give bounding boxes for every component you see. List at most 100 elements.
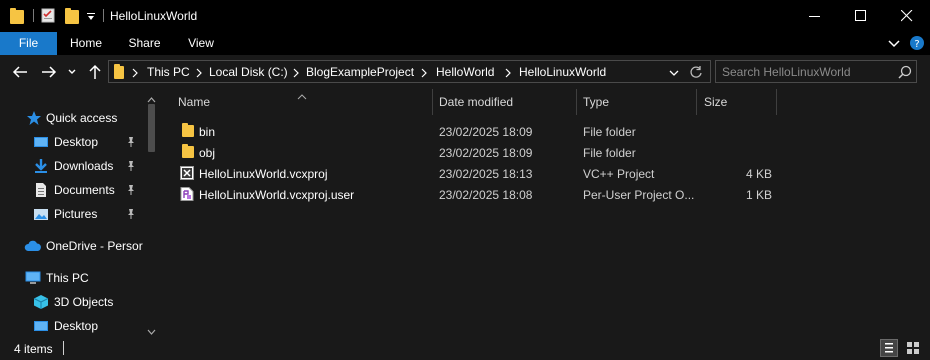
nav-quick-access[interactable]: Quick access bbox=[0, 107, 145, 129]
divider bbox=[63, 341, 64, 355]
maximize-button[interactable] bbox=[838, 0, 884, 32]
column-divider[interactable] bbox=[576, 89, 577, 115]
tab-view[interactable]: View bbox=[179, 32, 223, 55]
pictures-icon bbox=[33, 206, 49, 222]
column-divider[interactable] bbox=[776, 89, 777, 115]
file-date: 23/02/2025 18:08 bbox=[439, 188, 533, 202]
folder-icon bbox=[10, 8, 24, 24]
search-input[interactable] bbox=[722, 64, 892, 79]
folder-icon bbox=[114, 64, 124, 79]
back-icon[interactable] bbox=[11, 64, 29, 80]
nav-documents[interactable]: Documents bbox=[0, 179, 145, 201]
new-folder-icon[interactable] bbox=[65, 8, 79, 24]
breadcrumb-this-pc[interactable]: This PC bbox=[147, 65, 190, 79]
nav-downloads[interactable]: Downloads bbox=[0, 155, 145, 177]
table-row[interactable]: bin 23/02/2025 18:09 File folder bbox=[176, 121, 776, 142]
file-type: File folder bbox=[583, 125, 636, 139]
star-icon bbox=[26, 110, 42, 126]
divider bbox=[33, 9, 34, 22]
nav-label: Pictures bbox=[54, 207, 98, 221]
pin-icon[interactable] bbox=[126, 160, 136, 172]
file-date: 23/02/2025 18:09 bbox=[439, 146, 533, 160]
scroll-up-icon[interactable] bbox=[147, 92, 156, 103]
file-type: Per-User Project O... bbox=[583, 188, 695, 202]
column-header-size[interactable]: Size bbox=[704, 89, 776, 115]
nav-pc-desktop[interactable]: Desktop bbox=[0, 315, 145, 337]
chevron-right-icon[interactable] bbox=[194, 67, 204, 78]
nav-3d-objects[interactable]: 3D Objects bbox=[0, 291, 145, 313]
divider bbox=[103, 9, 104, 22]
column-divider[interactable] bbox=[432, 89, 433, 115]
status-bar: 4 items bbox=[0, 336, 930, 360]
file-size: 4 KB bbox=[746, 167, 773, 181]
computer-icon bbox=[25, 270, 41, 286]
file-date: 23/02/2025 18:09 bbox=[439, 125, 533, 139]
chevron-right-icon[interactable] bbox=[503, 67, 513, 78]
column-divider[interactable] bbox=[696, 89, 697, 115]
document-icon bbox=[33, 182, 49, 198]
nav-this-pc[interactable]: This PC bbox=[0, 267, 145, 289]
ribbon-tabs: File Home Share View ? bbox=[0, 32, 930, 55]
large-icons-view-icon[interactable] bbox=[904, 339, 922, 357]
table-row[interactable]: HelloLinuxWorld.vcxproj 23/02/2025 18:13… bbox=[176, 163, 776, 184]
nav-pictures[interactable]: Pictures bbox=[0, 203, 145, 225]
details-view-icon[interactable] bbox=[880, 339, 898, 357]
chevron-right-icon[interactable] bbox=[130, 67, 140, 78]
file-name: bin bbox=[199, 125, 216, 139]
column-header-name[interactable]: Name bbox=[178, 89, 432, 115]
chevron-right-icon[interactable] bbox=[291, 67, 301, 78]
tab-file[interactable]: File bbox=[0, 32, 57, 55]
address-bar[interactable]: This PC Local Disk (C:) BlogExampleProje… bbox=[108, 60, 711, 83]
breadcrumb-helloworld[interactable]: HelloWorld bbox=[436, 65, 494, 79]
nav-label: Desktop bbox=[54, 135, 99, 149]
title-bar: HelloLinuxWorld bbox=[0, 0, 930, 32]
navigation-pane: Quick access Desktop Downloads Documents bbox=[0, 89, 158, 336]
table-row[interactable]: HelloLinuxWorld.vcxproj.user 23/02/2025 … bbox=[176, 184, 776, 205]
breadcrumb-blogexampleproject[interactable]: BlogExampleProject bbox=[306, 65, 414, 79]
file-name: HelloLinuxWorld.vcxproj.user bbox=[199, 188, 355, 202]
file-size: 1 KB bbox=[746, 188, 773, 202]
chevron-right-icon[interactable] bbox=[419, 67, 429, 78]
scroll-thumb[interactable] bbox=[148, 104, 155, 152]
file-type: File folder bbox=[583, 146, 636, 160]
tab-home[interactable]: Home bbox=[63, 32, 109, 55]
nav-label: Quick access bbox=[46, 111, 118, 125]
address-dropdown-icon[interactable] bbox=[669, 67, 679, 77]
pin-icon[interactable] bbox=[126, 184, 136, 196]
file-name: obj bbox=[199, 146, 216, 160]
vcxproj-user-file-icon bbox=[180, 187, 194, 201]
tab-share[interactable]: Share bbox=[122, 32, 167, 55]
nav-onedrive[interactable]: OneDrive - Persor bbox=[0, 235, 145, 257]
search-icon[interactable] bbox=[898, 65, 912, 79]
scroll-down-icon[interactable] bbox=[147, 324, 156, 335]
nav-desktop[interactable]: Desktop bbox=[0, 131, 145, 153]
customize-toolbar-icon[interactable] bbox=[87, 11, 95, 21]
properties-icon[interactable] bbox=[41, 8, 55, 23]
item-count: 4 items bbox=[14, 342, 53, 356]
nav-label: Documents bbox=[54, 183, 115, 197]
nav-label: This PC bbox=[46, 271, 89, 285]
close-button[interactable] bbox=[884, 0, 930, 32]
expand-ribbon-icon[interactable] bbox=[888, 38, 900, 48]
up-icon[interactable] bbox=[86, 64, 104, 80]
desktop-icon bbox=[33, 134, 49, 150]
vcxproj-file-icon bbox=[180, 166, 194, 180]
nav-label: Desktop bbox=[54, 319, 99, 333]
refresh-icon[interactable] bbox=[689, 65, 703, 79]
column-header-date[interactable]: Date modified bbox=[439, 89, 575, 115]
breadcrumb-hellolinuxworld[interactable]: HelloLinuxWorld bbox=[519, 65, 606, 79]
pin-icon[interactable] bbox=[126, 136, 136, 148]
column-header-type[interactable]: Type bbox=[583, 89, 695, 115]
breadcrumb-local-disk[interactable]: Local Disk (C:) bbox=[209, 65, 288, 79]
minimize-button[interactable] bbox=[792, 0, 838, 32]
nav-scrollbar[interactable] bbox=[145, 89, 158, 336]
help-icon[interactable]: ? bbox=[909, 35, 925, 51]
pin-icon[interactable] bbox=[126, 208, 136, 220]
nav-label: 3D Objects bbox=[54, 295, 114, 309]
folder-icon bbox=[182, 144, 194, 158]
desktop-icon bbox=[33, 318, 49, 334]
file-date: 23/02/2025 18:13 bbox=[439, 167, 533, 181]
recent-locations-icon[interactable] bbox=[67, 64, 77, 80]
table-row[interactable]: obj 23/02/2025 18:09 File folder bbox=[176, 142, 776, 163]
forward-icon[interactable] bbox=[40, 64, 58, 80]
